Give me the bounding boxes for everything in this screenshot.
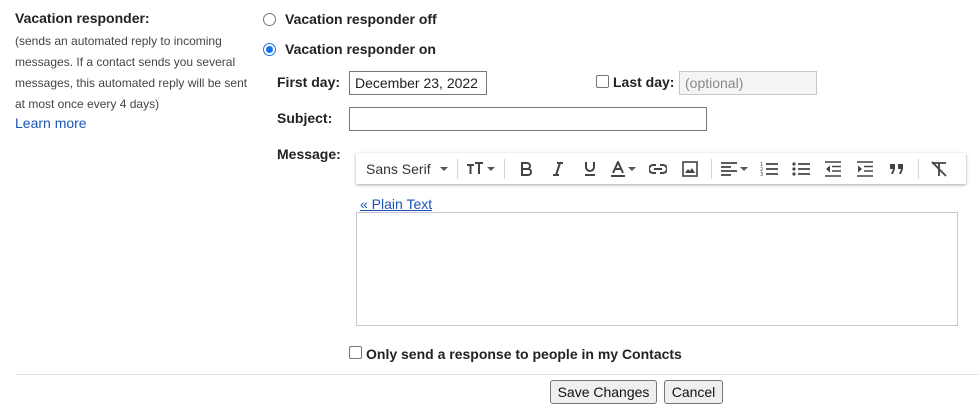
bold-button[interactable] — [510, 153, 542, 184]
image-icon — [681, 160, 698, 177]
quote-icon — [889, 163, 903, 174]
toolbar-divider — [710, 158, 712, 179]
indent-more-button[interactable] — [849, 153, 881, 184]
numbered-list-icon: 1 2 3 — [760, 162, 778, 177]
save-changes-button[interactable]: Save Changes — [550, 380, 657, 404]
vacation-off-label: Vacation responder off — [285, 11, 437, 27]
toolbar-divider — [456, 158, 458, 179]
underline-icon — [584, 162, 595, 176]
message-label: Message: — [277, 146, 341, 162]
font-family-select[interactable]: Sans Serif — [362, 153, 452, 184]
first-day-input[interactable] — [349, 71, 487, 95]
remove-formatting-button[interactable] — [924, 153, 954, 184]
font-family-value: Sans Serif — [366, 160, 431, 177]
vacation-off-option[interactable]: Vacation responder off — [263, 11, 437, 27]
learn-more-link[interactable]: Learn more — [15, 115, 87, 131]
chevron-down-icon — [740, 166, 749, 171]
underline-button[interactable] — [574, 153, 606, 184]
numbered-list-button[interactable]: 1 2 3 — [753, 153, 785, 184]
italic-button[interactable] — [542, 153, 574, 184]
bulleted-list-icon — [791, 161, 810, 176]
vacation-on-label: Vacation responder on — [285, 41, 436, 57]
image-button[interactable] — [674, 153, 706, 184]
align-icon — [721, 161, 738, 176]
chevron-down-icon — [628, 166, 637, 171]
last-day-label: Last day: — [613, 74, 675, 90]
text-color-button[interactable] — [606, 153, 642, 184]
section-description: (sends an automated reply to incoming me… — [15, 34, 248, 111]
section-title: Vacation responder: — [15, 10, 150, 26]
vacation-on-option[interactable]: Vacation responder on — [263, 41, 436, 57]
bold-icon — [520, 161, 532, 176]
toolbar-divider — [917, 158, 919, 179]
first-day-label: First day: — [277, 74, 341, 90]
message-body-editor[interactable] — [356, 212, 958, 326]
align-button[interactable] — [717, 153, 753, 184]
bulleted-list-button[interactable] — [785, 153, 817, 184]
contacts-only-label: Only send a response to people in my Con… — [366, 346, 682, 362]
font-size-button[interactable] — [463, 153, 499, 184]
plain-text-link[interactable]: « Plain Text — [360, 196, 432, 212]
toolbar-divider — [503, 158, 505, 179]
remove-formatting-icon — [930, 160, 947, 177]
link-icon — [648, 163, 667, 174]
indent-less-button[interactable] — [817, 153, 849, 184]
last-day-input[interactable] — [679, 71, 817, 95]
divider — [15, 374, 979, 375]
contacts-only-checkbox[interactable] — [349, 346, 362, 359]
cancel-button[interactable]: Cancel — [664, 380, 723, 404]
quote-button[interactable] — [881, 153, 913, 184]
vacation-off-radio[interactable] — [263, 12, 276, 26]
subject-input[interactable] — [349, 107, 707, 131]
chevron-down-icon — [439, 166, 448, 171]
italic-icon — [552, 161, 563, 176]
font-size-icon — [467, 161, 484, 174]
subject-label: Subject: — [277, 110, 333, 126]
svg-text:3: 3 — [760, 172, 763, 177]
chevron-down-icon — [487, 166, 496, 171]
vacation-on-radio[interactable] — [263, 42, 276, 56]
indent-more-icon — [856, 160, 873, 177]
formatting-toolbar: Sans Serif 1 2 3 — [356, 153, 966, 184]
text-color-icon — [611, 160, 626, 177]
link-button[interactable] — [642, 153, 674, 184]
last-day-checkbox[interactable] — [596, 75, 609, 88]
indent-less-icon — [824, 160, 841, 177]
